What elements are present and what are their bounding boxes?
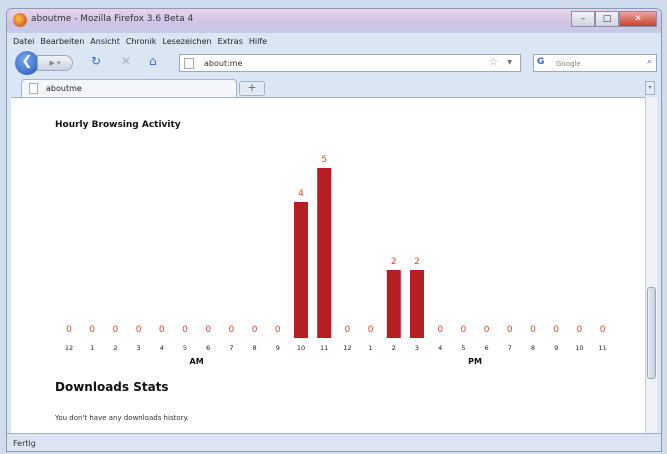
value-label-14: 2 xyxy=(391,257,397,267)
tick-label-22: 10 xyxy=(575,344,583,352)
window-title: aboutme - Mozilla Firefox 3.6 Beta 4 xyxy=(31,14,194,24)
tick-label-4: 4 xyxy=(160,344,164,352)
menu-datei[interactable]: Datei xyxy=(13,37,34,46)
page-content: Hourly Browsing Activity 0 12 0 1 0 2 0 3 0 4 0 5 0 6… xyxy=(11,97,649,433)
tick-label-12: 12 xyxy=(343,344,351,352)
value-label-15: 2 xyxy=(414,257,420,267)
url-bar[interactable]: about:me ☆ ▼ xyxy=(179,54,521,72)
navigation-toolbar: ❮ ▶ ▾ ↻ ✕ ⌂ about:me ☆ ▼ G Google ⌕ xyxy=(7,49,661,77)
value-label-20: 0 xyxy=(530,325,536,335)
status-text: Fertig xyxy=(13,439,36,448)
vertical-scrollbar[interactable] xyxy=(645,97,657,433)
tick-label-15: 3 xyxy=(415,344,419,352)
tick-label-13: 1 xyxy=(369,344,373,352)
home-icon[interactable]: ⌂ xyxy=(149,54,157,68)
value-label-21: 0 xyxy=(553,325,559,335)
value-label-0: 0 xyxy=(66,325,72,335)
tick-label-8: 8 xyxy=(253,344,257,352)
value-label-2: 0 xyxy=(113,325,119,335)
tick-label-18: 6 xyxy=(485,344,489,352)
period-label-pm: PM xyxy=(468,357,482,366)
value-label-3: 0 xyxy=(136,325,142,335)
search-placeholder: Google xyxy=(556,60,581,68)
value-label-9: 0 xyxy=(275,325,281,335)
value-label-23: 0 xyxy=(600,325,606,335)
firefox-icon xyxy=(13,13,27,27)
chevron-down-icon[interactable]: ▼ xyxy=(507,59,512,66)
bar-10 xyxy=(294,202,308,338)
tick-label-0: 12 xyxy=(65,344,73,352)
tick-label-3: 3 xyxy=(137,344,141,352)
browser-window: aboutme - Mozilla Firefox 3.6 Beta 4 – □… xyxy=(6,8,662,452)
value-label-13: 0 xyxy=(368,325,374,335)
value-label-17: 0 xyxy=(461,325,467,335)
period-label-am: AM xyxy=(190,357,204,366)
menu-extras[interactable]: Extras xyxy=(218,37,243,46)
value-label-10: 4 xyxy=(298,189,304,199)
plus-icon[interactable]: + xyxy=(239,81,265,96)
reload-icon[interactable]: ↻ xyxy=(91,54,101,68)
value-label-12: 0 xyxy=(345,325,351,335)
search-box[interactable]: G Google ⌕ xyxy=(533,54,657,72)
value-label-1: 0 xyxy=(89,325,95,335)
menu-hilfe[interactable]: Hilfe xyxy=(249,37,267,46)
menu-bar: Datei Bearbeiten Ansicht Chronik Lesezei… xyxy=(7,33,661,49)
tick-label-19: 7 xyxy=(508,344,512,352)
bar-11 xyxy=(317,168,332,338)
magnifier-icon[interactable]: ⌕ xyxy=(647,57,652,67)
value-label-5: 0 xyxy=(182,325,188,335)
value-label-11: 5 xyxy=(321,155,327,165)
bar-15 xyxy=(410,270,424,338)
tick-label-7: 7 xyxy=(229,344,233,352)
bar-14 xyxy=(386,270,401,338)
tick-label-6: 6 xyxy=(206,344,210,352)
tab-list-button[interactable]: ▾ xyxy=(645,81,655,95)
window-controls: – □ ✕ xyxy=(571,11,657,27)
value-label-22: 0 xyxy=(577,325,583,335)
tick-label-20: 8 xyxy=(531,344,535,352)
value-label-18: 0 xyxy=(484,325,490,335)
google-icon[interactable]: G xyxy=(537,57,544,67)
back-arrow-icon[interactable]: ❮ xyxy=(15,51,39,75)
menu-ansicht[interactable]: Ansicht xyxy=(90,37,120,46)
tick-label-10: 10 xyxy=(297,344,305,352)
title-bar: aboutme - Mozilla Firefox 3.6 Beta 4 – □… xyxy=(7,9,661,33)
tick-label-2: 2 xyxy=(113,344,117,352)
value-label-19: 0 xyxy=(507,325,513,335)
tick-label-17: 5 xyxy=(461,344,465,352)
star-icon[interactable]: ☆ xyxy=(489,57,498,68)
page-icon xyxy=(29,83,38,94)
tick-label-16: 4 xyxy=(438,344,442,352)
value-label-7: 0 xyxy=(229,325,235,335)
tick-label-1: 1 xyxy=(90,344,94,352)
tab-label: aboutme xyxy=(46,84,82,93)
downloads-title: Downloads Stats xyxy=(55,380,169,394)
close-button[interactable]: ✕ xyxy=(619,11,657,27)
menu-chronik[interactable]: Chronik xyxy=(126,37,157,46)
menu-bearbeiten[interactable]: Bearbeiten xyxy=(40,37,84,46)
downloads-message: You don't have any downloads history. xyxy=(55,414,189,422)
scrollbar-thumb[interactable] xyxy=(647,287,656,379)
tab-aboutme[interactable]: aboutme xyxy=(21,79,237,97)
tick-label-14: 2 xyxy=(392,344,396,352)
stop-icon[interactable]: ✕ xyxy=(121,54,131,68)
url-text: about:me xyxy=(204,59,243,68)
tab-bar: aboutme + ▾ xyxy=(7,77,661,97)
forward-arrow-icon[interactable]: ▶ ▾ xyxy=(37,55,73,71)
tick-label-5: 5 xyxy=(183,344,187,352)
tick-label-9: 9 xyxy=(276,344,280,352)
status-bar: Fertig xyxy=(7,433,661,451)
value-label-16: 0 xyxy=(437,325,443,335)
maximize-button[interactable]: □ xyxy=(595,11,619,27)
tick-label-21: 9 xyxy=(554,344,558,352)
tick-label-11: 11 xyxy=(320,344,328,352)
value-label-4: 0 xyxy=(159,325,165,335)
value-label-6: 0 xyxy=(205,325,211,335)
tick-label-23: 11 xyxy=(598,344,606,352)
menu-lesezeichen[interactable]: Lesezeichen xyxy=(162,37,211,46)
page-icon xyxy=(184,58,194,69)
value-label-8: 0 xyxy=(252,325,258,335)
minimize-button[interactable]: – xyxy=(571,11,595,27)
